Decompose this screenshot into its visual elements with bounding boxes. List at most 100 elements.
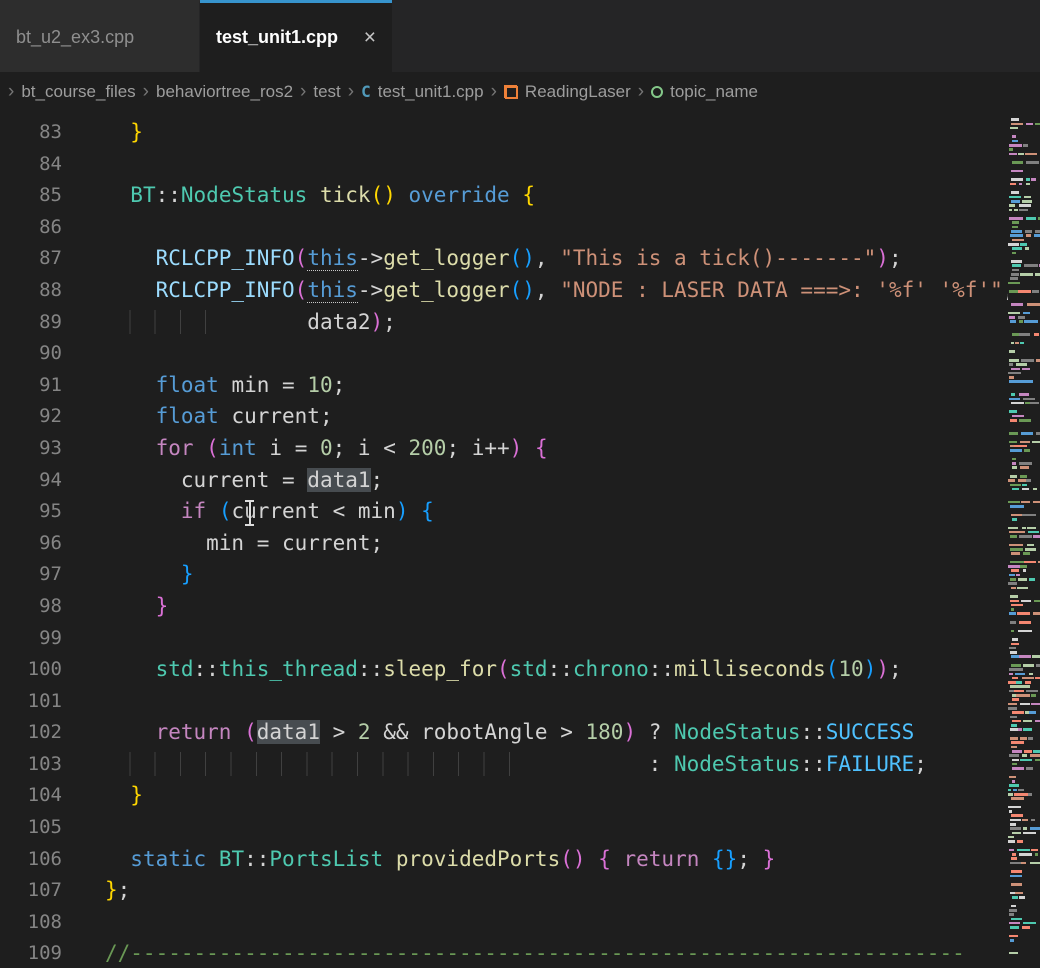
breadcrumb-item-behaviortree_ros2[interactable]: behaviortree_ros2 — [156, 82, 293, 102]
line-number[interactable]: 92 — [0, 401, 62, 433]
line-number[interactable]: 98 — [0, 591, 62, 623]
code-text[interactable]: } — [62, 117, 143, 149]
code-text[interactable]: //--------------------------------------… — [62, 938, 965, 968]
code-text[interactable] — [62, 812, 105, 844]
code-line[interactable]: 109//-----------------------------------… — [0, 938, 1040, 968]
chevron-right-icon: › — [638, 82, 644, 101]
line-number[interactable]: 91 — [0, 370, 62, 402]
code-text[interactable]: static BT::PortsList providedPorts() { r… — [62, 844, 775, 876]
breadcrumb-item-test_unit1-cpp[interactable]: C test_unit1.cpp — [361, 82, 484, 102]
code-text[interactable]: BT::NodeStatus tick() override { — [62, 180, 535, 212]
code-text[interactable] — [62, 623, 105, 655]
tab-test_unit1[interactable]: test_unit1.cpp × — [200, 0, 392, 72]
breadcrumb-item-readinglaser[interactable]: ReadingLaser — [504, 82, 631, 102]
breadcrumb-label: ReadingLaser — [525, 82, 631, 102]
code-line[interactable]: 90 — [0, 338, 1040, 370]
code-text[interactable]: : NodeStatus::FAILURE; — [62, 749, 927, 781]
line-number[interactable]: 93 — [0, 433, 62, 465]
code-line[interactable]: 95 if (current < min) { — [0, 496, 1040, 528]
line-number[interactable]: 102 — [0, 717, 62, 749]
breadcrumb: › bt_course_files › behaviortree_ros2 › … — [0, 72, 1040, 112]
code-line[interactable]: 108 — [0, 907, 1040, 939]
breadcrumb-item-bt_course_files[interactable]: bt_course_files — [21, 82, 135, 102]
code-line[interactable]: 105 — [0, 812, 1040, 844]
code-line[interactable]: 94 current = data1; — [0, 465, 1040, 497]
line-number[interactable]: 103 — [0, 749, 62, 781]
class-symbol-icon — [504, 85, 518, 99]
code-text[interactable]: RCLCPP_INFO(this->get_logger(), "This is… — [62, 243, 902, 275]
code-text[interactable] — [62, 149, 105, 181]
code-line[interactable]: 83 } — [0, 117, 1040, 149]
line-number[interactable]: 108 — [0, 907, 62, 939]
code-line[interactable]: 84 — [0, 149, 1040, 181]
code-line[interactable]: 99 — [0, 623, 1040, 655]
code-text[interactable]: min = current; — [62, 528, 383, 560]
chevron-right-icon: › — [143, 82, 149, 101]
code-text[interactable]: float current; — [62, 401, 333, 433]
code-text[interactable]: }; — [62, 875, 130, 907]
code-line[interactable]: 96 min = current; — [0, 528, 1040, 560]
code-line[interactable]: 88 RCLCPP_INFO(this->get_logger(), "NODE… — [0, 275, 1040, 307]
code-text[interactable]: } — [62, 559, 194, 591]
code-line[interactable]: 101 — [0, 686, 1040, 718]
line-number[interactable]: 96 — [0, 528, 62, 560]
line-number[interactable]: 90 — [0, 338, 62, 370]
code-text[interactable]: return (data1 > 2 && robotAngle > 180) ?… — [62, 717, 914, 749]
code-line[interactable]: 102 return (data1 > 2 && robotAngle > 18… — [0, 717, 1040, 749]
chevron-right-icon: › — [491, 82, 497, 101]
code-text[interactable]: } — [62, 591, 168, 623]
code-line[interactable]: 103 : NodeStatus::FAILURE; — [0, 749, 1040, 781]
code-line[interactable]: 89 data2); — [0, 307, 1040, 339]
code-text[interactable]: std::this_thread::sleep_for(std::chrono:… — [62, 654, 902, 686]
line-number[interactable]: 87 — [0, 243, 62, 275]
close-icon[interactable]: × — [364, 27, 376, 48]
minimap[interactable] — [1008, 112, 1040, 968]
line-number[interactable]: 106 — [0, 844, 62, 876]
code-text[interactable]: } — [62, 780, 143, 812]
code-line[interactable]: 87 RCLCPP_INFO(this->get_logger(), "This… — [0, 243, 1040, 275]
code-text[interactable] — [62, 907, 105, 939]
breadcrumb-item-test[interactable]: test — [313, 82, 340, 102]
code-line[interactable]: 86 — [0, 212, 1040, 244]
line-number[interactable]: 97 — [0, 559, 62, 591]
line-number[interactable]: 105 — [0, 812, 62, 844]
code-line[interactable]: 91 float min = 10; — [0, 370, 1040, 402]
breadcrumb-item-topic_name[interactable]: topic_name — [651, 82, 758, 102]
code-line[interactable]: 107}; — [0, 875, 1040, 907]
code-text[interactable] — [62, 686, 105, 718]
code-text[interactable]: if (current < min) { — [62, 496, 434, 528]
code-editor: 83 }8485 BT::NodeStatus tick() override … — [0, 112, 1040, 968]
code-line[interactable]: 104 } — [0, 780, 1040, 812]
line-number[interactable]: 100 — [0, 654, 62, 686]
line-number[interactable]: 86 — [0, 212, 62, 244]
line-number[interactable]: 89 — [0, 307, 62, 339]
code-text[interactable] — [62, 212, 105, 244]
line-number[interactable]: 109 — [0, 938, 62, 968]
line-number[interactable]: 84 — [0, 149, 62, 181]
line-number[interactable]: 83 — [0, 117, 62, 149]
line-number[interactable]: 99 — [0, 623, 62, 655]
code-line[interactable]: 98 } — [0, 591, 1040, 623]
code-text[interactable]: data2); — [62, 307, 396, 339]
line-number[interactable]: 107 — [0, 875, 62, 907]
code-text[interactable]: for (int i = 0; i < 200; i++) { — [62, 433, 548, 465]
code-line[interactable]: 97 } — [0, 559, 1040, 591]
code-text[interactable]: RCLCPP_INFO(this->get_logger(), "NODE : … — [62, 275, 1040, 307]
line-number[interactable]: 85 — [0, 180, 62, 212]
code-line[interactable]: 92 float current; — [0, 401, 1040, 433]
line-number[interactable]: 94 — [0, 465, 62, 497]
line-number[interactable]: 88 — [0, 275, 62, 307]
code-line[interactable]: 85 BT::NodeStatus tick() override { — [0, 180, 1040, 212]
code-line[interactable]: 93 for (int i = 0; i < 200; i++) { — [0, 433, 1040, 465]
code-line[interactable]: 106 static BT::PortsList providedPorts()… — [0, 844, 1040, 876]
chevron-right-icon: › — [348, 82, 354, 101]
code-text[interactable]: float min = 10; — [62, 370, 345, 402]
code-text[interactable]: current = data1; — [62, 465, 383, 497]
code-line[interactable]: 100 std::this_thread::sleep_for(std::chr… — [0, 654, 1040, 686]
code-text[interactable] — [62, 338, 105, 370]
tab-bt_u2_ex3[interactable]: bt_u2_ex3.cpp — [0, 0, 200, 72]
line-number[interactable]: 95 — [0, 496, 62, 528]
line-number[interactable]: 104 — [0, 780, 62, 812]
breadcrumb-label: behaviortree_ros2 — [156, 82, 293, 102]
line-number[interactable]: 101 — [0, 686, 62, 718]
